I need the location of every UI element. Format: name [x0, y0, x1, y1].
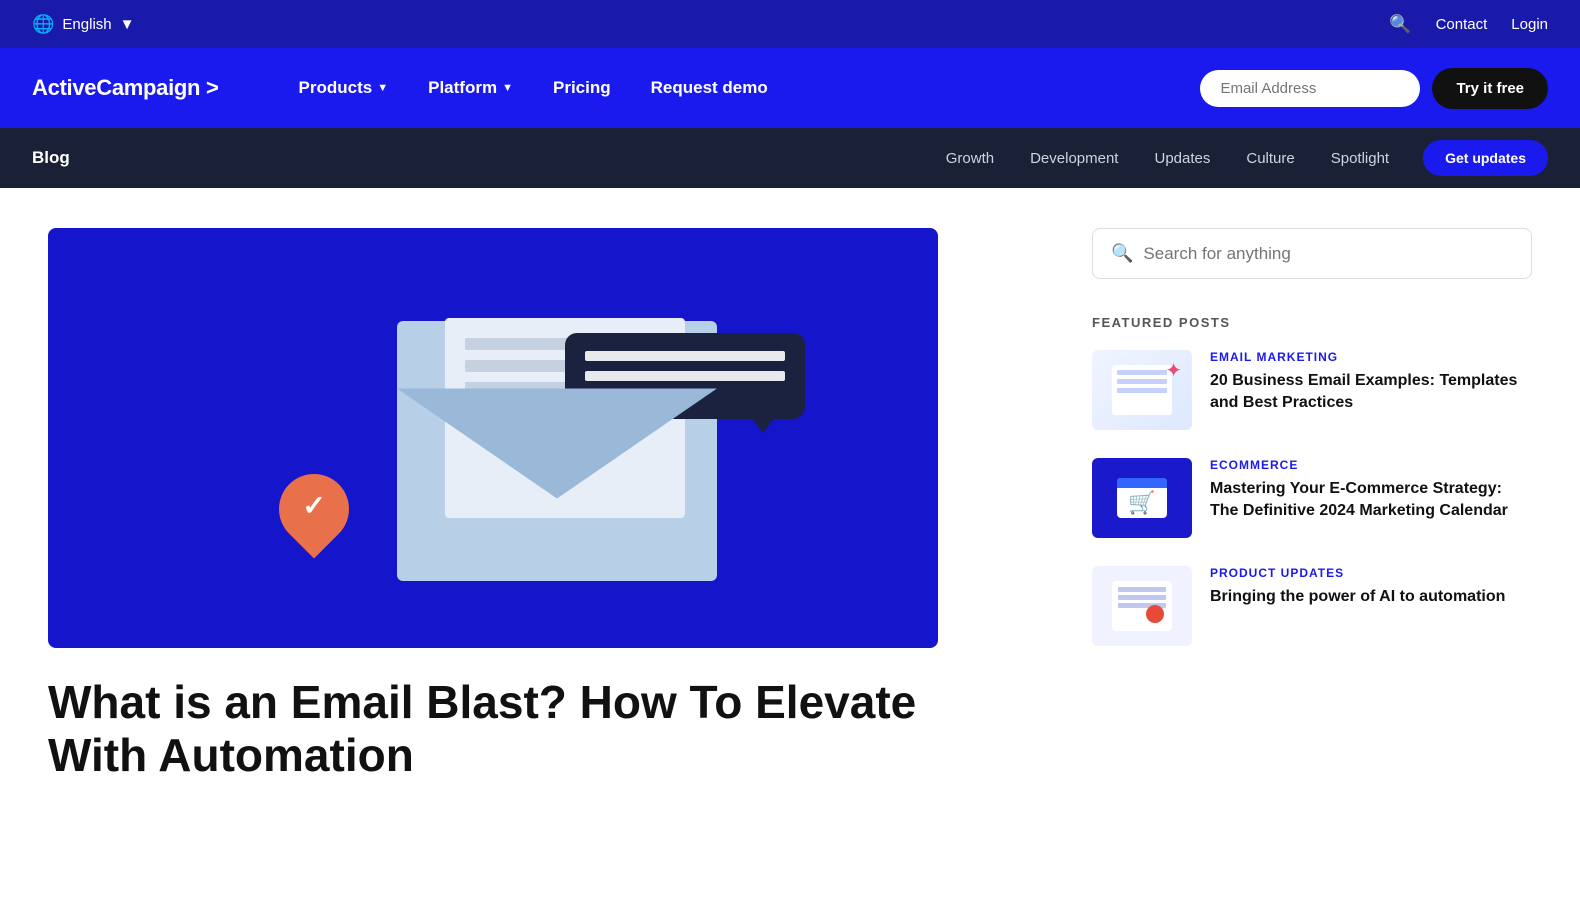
products-caret: ▼ — [377, 82, 388, 94]
post-thumb-1[interactable]: ✦ — [1092, 350, 1192, 430]
post-category-1: EMAIL MARKETING — [1210, 350, 1532, 364]
hero-image: ✓ — [48, 228, 938, 648]
language-selector[interactable]: 🌐 English ▼ — [32, 14, 134, 35]
post-title-3[interactable]: Bringing the power of AI to automation — [1210, 586, 1532, 608]
blog-nav-development[interactable]: Development — [1012, 128, 1136, 188]
content-area: ✓ What is an Email Blast? How To Elevate… — [0, 188, 1580, 822]
product-accent — [1146, 605, 1164, 623]
post-category-2: ECOMMERCE — [1210, 458, 1532, 472]
featured-post-2: 🛒 ECOMMERCE Mastering Your E-Commerce St… — [1092, 458, 1532, 538]
post-title-1[interactable]: 20 Business Email Examples: Templates an… — [1210, 370, 1532, 415]
nav-right: Try it free — [1200, 68, 1548, 109]
chat-line-2 — [585, 371, 785, 381]
search-icon-utility[interactable]: 🔍 — [1389, 14, 1411, 35]
logo[interactable]: ActiveCampaign > — [32, 75, 219, 101]
blog-nav: Blog Growth Development Updates Culture … — [0, 128, 1580, 188]
envelope-illustration: ✓ — [48, 228, 938, 648]
utility-bar-right: 🔍 Contact Login — [1389, 14, 1548, 35]
blog-nav-growth[interactable]: Growth — [928, 128, 1012, 188]
article-title: What is an Email Blast? How To Elevate W… — [48, 676, 938, 782]
pin-circle: ✓ — [265, 460, 364, 559]
email-field[interactable] — [1200, 70, 1420, 107]
post-content-3: PRODUCT UPDATES Bringing the power of AI… — [1210, 566, 1532, 608]
language-label: English — [62, 16, 111, 33]
nav-links: Products ▼ Platform ▼ Pricing Request de… — [279, 48, 1201, 128]
featured-post-3: PRODUCT UPDATES Bringing the power of AI… — [1092, 566, 1532, 646]
blog-nav-spotlight[interactable]: Spotlight — [1313, 128, 1407, 188]
main-article: ✓ What is an Email Blast? How To Elevate… — [48, 228, 1044, 782]
try-it-free-button[interactable]: Try it free — [1432, 68, 1548, 109]
main-nav: ActiveCampaign > Products ▼ Platform ▼ P… — [0, 48, 1580, 128]
featured-post-1: ✦ EMAIL MARKETING 20 Business Email Exam… — [1092, 350, 1532, 430]
chat-line-1 — [585, 351, 785, 361]
get-updates-button[interactable]: Get updates — [1423, 140, 1548, 176]
blog-logo: Blog — [32, 148, 70, 168]
search-icon: 🔍 — [1111, 243, 1133, 264]
product-thumb-inner — [1112, 581, 1172, 631]
nav-pricing[interactable]: Pricing — [533, 48, 631, 128]
featured-posts-label: FEATURED POSTS — [1092, 315, 1532, 330]
calendar-icon: 🛒 — [1117, 478, 1167, 518]
post-thumb-2[interactable]: 🛒 — [1092, 458, 1192, 538]
post-content-2: ECOMMERCE Mastering Your E-Commerce Stra… — [1210, 458, 1532, 523]
search-box[interactable]: 🔍 — [1092, 228, 1532, 279]
blog-nav-culture[interactable]: Culture — [1228, 128, 1312, 188]
post-title-2[interactable]: Mastering Your E-Commerce Strategy: The … — [1210, 478, 1532, 523]
search-input[interactable] — [1143, 244, 1513, 264]
contact-link[interactable]: Contact — [1436, 16, 1488, 33]
envelope-flap — [397, 389, 717, 499]
post-category-3: PRODUCT UPDATES — [1210, 566, 1532, 580]
utility-bar: 🌐 English ▼ 🔍 Contact Login — [0, 0, 1580, 48]
login-link[interactable]: Login — [1511, 16, 1548, 33]
nav-platform[interactable]: Platform ▼ — [408, 48, 533, 128]
nav-products[interactable]: Products ▼ — [279, 48, 409, 128]
post-thumb-3[interactable] — [1092, 566, 1192, 646]
blog-nav-links: Growth Development Updates Culture Spotl… — [928, 128, 1407, 188]
ecom-thumb-inner: 🛒 — [1117, 478, 1167, 518]
email-thumb-inner — [1112, 365, 1172, 415]
globe-icon: 🌐 — [32, 14, 54, 35]
nav-request-demo[interactable]: Request demo — [631, 48, 788, 128]
language-caret: ▼ — [120, 16, 135, 33]
cart-icon: 🛒 — [1128, 490, 1155, 516]
sidebar: 🔍 FEATURED POSTS ✦ EMAIL MARKETING 20 Bu… — [1092, 228, 1532, 782]
location-pin: ✓ — [279, 474, 349, 564]
post-content-1: EMAIL MARKETING 20 Business Email Exampl… — [1210, 350, 1532, 415]
platform-caret: ▼ — [502, 82, 513, 94]
blog-nav-updates[interactable]: Updates — [1136, 128, 1228, 188]
star-icon: ✦ — [1165, 358, 1182, 383]
pin-check-icon: ✓ — [303, 489, 326, 522]
